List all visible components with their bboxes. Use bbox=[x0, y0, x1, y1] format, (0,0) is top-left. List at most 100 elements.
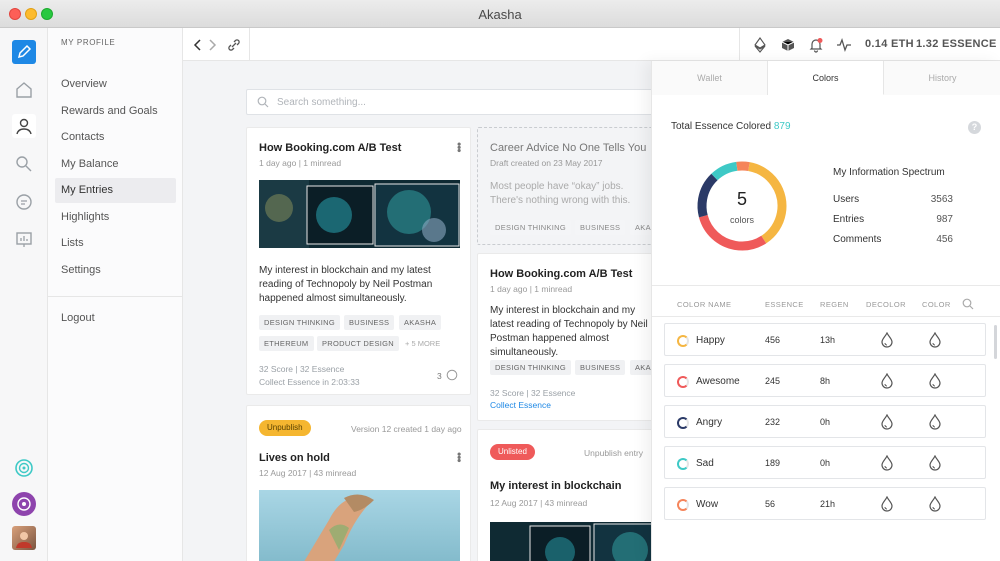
panel-divider bbox=[652, 285, 1000, 286]
color-drop-icon[interactable] bbox=[928, 372, 942, 389]
search-button[interactable] bbox=[12, 152, 36, 176]
sidebar-item-settings[interactable]: Settings bbox=[55, 258, 176, 283]
ethereum-button[interactable] bbox=[751, 36, 769, 54]
logout-link[interactable]: Logout bbox=[55, 306, 176, 331]
color-row[interactable]: Awesome 245 8h bbox=[664, 364, 986, 397]
entry-title[interactable]: How Booking.com A/B Test bbox=[259, 142, 401, 154]
icon-rail bbox=[0, 28, 48, 561]
entry-score: 32 Score | 32 Essence bbox=[259, 364, 345, 374]
tag-chip[interactable]: DESIGN THINKING bbox=[490, 360, 572, 375]
cube-button[interactable] bbox=[779, 36, 797, 54]
tab-wallet[interactable]: Wallet bbox=[652, 61, 768, 95]
eth-balance[interactable]: 0.14 ETH bbox=[865, 38, 914, 50]
entry-title[interactable]: How Booking.com A/B Test bbox=[490, 268, 632, 280]
notifications-button[interactable] bbox=[807, 36, 825, 54]
total-essence-colored: Total Essence Colored 879 bbox=[671, 121, 791, 132]
color-essence: 56 bbox=[765, 499, 776, 509]
spiral-button[interactable] bbox=[12, 456, 36, 480]
tag-chip[interactable]: DESIGN THINKING bbox=[490, 220, 572, 235]
entry-card[interactable]: Unpublish Version 12 created 1 day ago L… bbox=[246, 405, 471, 561]
help-icon[interactable]: ? bbox=[968, 121, 981, 134]
community-button[interactable] bbox=[12, 492, 36, 516]
more-options-icon[interactable]: ••• bbox=[452, 452, 466, 462]
comment-count[interactable]: 3 bbox=[437, 371, 442, 381]
sidebar-item-overview[interactable]: Overview bbox=[55, 72, 176, 97]
color-row[interactable]: Happy 456 13h bbox=[664, 323, 986, 356]
entry-cover-image bbox=[259, 490, 460, 561]
entry-card[interactable]: How Booking.com A/B Test 1 day ago | 1 m… bbox=[477, 253, 653, 421]
color-swatch-icon bbox=[677, 335, 689, 347]
column-header: ESSENCE bbox=[765, 300, 804, 309]
search-input[interactable]: Search something... bbox=[246, 89, 653, 115]
entries-feed: Search something... How Booking.com A/B … bbox=[183, 61, 653, 561]
sidebar-item-highlights[interactable]: Highlights bbox=[55, 205, 176, 230]
spectrum-label: Users bbox=[833, 194, 860, 205]
tag-chip[interactable]: DESIGN THINKING bbox=[259, 315, 341, 330]
ethereum-icon bbox=[754, 37, 766, 53]
tag-chip[interactable]: BUSINESS bbox=[575, 360, 626, 375]
entry-card[interactable]: Unlisted Unpublish entry My interest in … bbox=[477, 429, 653, 561]
profile-button[interactable] bbox=[12, 114, 36, 138]
entry-card[interactable]: How Booking.com A/B Test ••• 1 day ago |… bbox=[246, 127, 471, 395]
sidebar-item-balance[interactable]: My Balance bbox=[55, 152, 176, 177]
decolor-drop-icon[interactable] bbox=[880, 372, 894, 389]
sidebar-item-rewards[interactable]: Rewards and Goals bbox=[55, 99, 176, 124]
sidebar-item-lists[interactable]: Lists bbox=[55, 231, 176, 256]
more-tags-link[interactable]: + 5 MORE bbox=[405, 339, 440, 348]
sidebar-item-contacts[interactable]: Contacts bbox=[55, 125, 176, 150]
tag-chip[interactable]: BUSINESS bbox=[575, 220, 626, 235]
spectrum-row: Users 3563 bbox=[833, 194, 953, 205]
entry-title[interactable]: Lives on hold bbox=[259, 452, 330, 464]
copy-link-button[interactable] bbox=[225, 36, 243, 54]
tag-chip[interactable]: AKASHA bbox=[399, 315, 442, 330]
entry-title[interactable]: My interest in blockchain bbox=[490, 480, 621, 492]
forward-button[interactable] bbox=[203, 36, 221, 54]
comment-icon[interactable] bbox=[446, 369, 458, 381]
color-drop-icon[interactable] bbox=[928, 454, 942, 471]
entry-meta: 1 day ago | 1 minread bbox=[259, 158, 342, 168]
color-essence: 232 bbox=[765, 417, 781, 427]
color-name: Happy bbox=[696, 335, 725, 346]
color-drop-icon[interactable] bbox=[928, 413, 942, 430]
sidebar-divider bbox=[48, 296, 183, 297]
tag-chip[interactable]: AKA bbox=[630, 220, 653, 235]
tab-history[interactable]: History bbox=[884, 61, 1000, 95]
search-icon[interactable] bbox=[962, 298, 974, 310]
decolor-drop-icon[interactable] bbox=[880, 454, 894, 471]
sidebar-item-entries[interactable]: My Entries bbox=[55, 178, 176, 203]
spectrum-row: Comments 456 bbox=[833, 234, 953, 245]
chat-button[interactable] bbox=[12, 190, 36, 214]
color-drop-icon[interactable] bbox=[928, 495, 942, 512]
decolor-drop-icon[interactable] bbox=[880, 495, 894, 512]
tab-colors[interactable]: Colors bbox=[768, 61, 884, 95]
color-regen: 8h bbox=[820, 376, 831, 386]
tag-chip[interactable]: PRODUCT DESIGN bbox=[317, 336, 399, 351]
decolor-drop-icon[interactable] bbox=[880, 413, 894, 430]
tag-chip[interactable]: ETHEREUM bbox=[259, 336, 314, 351]
decolor-drop-icon[interactable] bbox=[880, 331, 894, 348]
collect-essence-link[interactable]: Collect Essence bbox=[490, 400, 551, 410]
home-button[interactable] bbox=[12, 78, 36, 102]
status-badge: Unlisted bbox=[490, 444, 535, 460]
avatar[interactable] bbox=[12, 526, 36, 550]
spectrum-label: Entries bbox=[833, 214, 865, 225]
new-entry-button[interactable] bbox=[12, 40, 36, 64]
scrollbar[interactable] bbox=[994, 325, 997, 359]
essence-balance[interactable]: 1.32 ESSENCE bbox=[916, 38, 997, 50]
tag-chip[interactable]: BUSINESS bbox=[344, 315, 395, 330]
color-row[interactable]: Wow 56 21h bbox=[664, 487, 986, 520]
color-row[interactable]: Sad 189 0h bbox=[664, 446, 986, 479]
search-placeholder: Search something... bbox=[277, 97, 366, 108]
color-drop-icon[interactable] bbox=[928, 331, 942, 348]
stats-button[interactable] bbox=[12, 228, 36, 252]
activity-button[interactable] bbox=[835, 36, 853, 54]
entry-title[interactable]: Career Advice No One Tells You bbox=[490, 142, 646, 154]
tag-chip[interactable]: AKA bbox=[630, 360, 653, 375]
color-row[interactable]: Angry 232 0h bbox=[664, 405, 986, 438]
top-toolbar: 0.14 ETH 1.32 ESSENCE bbox=[183, 28, 1000, 61]
draft-entry-card[interactable]: Career Advice No One Tells You Draft cre… bbox=[477, 127, 653, 245]
entry-status[interactable]: Unpublish entry bbox=[584, 448, 643, 458]
color-swatch-icon bbox=[677, 458, 689, 470]
more-options-icon[interactable]: ••• bbox=[452, 142, 466, 152]
spectrum-label: Comments bbox=[833, 234, 882, 245]
